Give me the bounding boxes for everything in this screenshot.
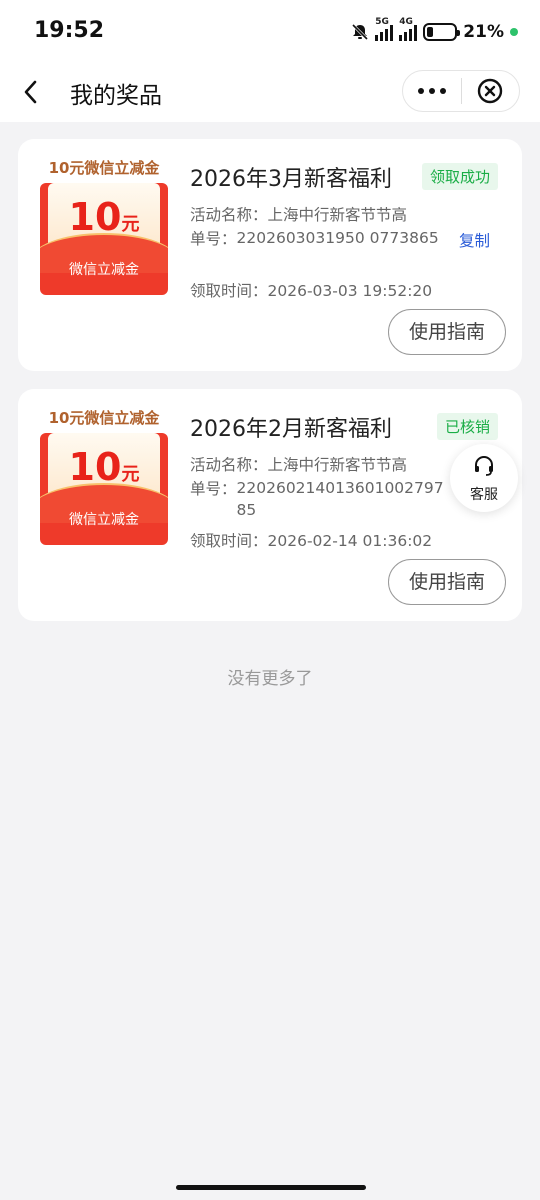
prize-card: 10元微信立减金 10元 微信立减金 2026年2月新客福利 已核销 活动名称：…	[18, 389, 522, 621]
no-more-text: 没有更多了	[227, 669, 313, 689]
activity-row: 活动名称：上海中行新客节节高	[190, 206, 408, 224]
red-envelope: 10元 微信立减金	[40, 183, 168, 295]
coupon-image: 10元微信立减金 10元 微信立减金	[40, 157, 168, 297]
battery-icon	[423, 23, 461, 41]
customer-service-button[interactable]: 客服	[450, 444, 518, 512]
coupon-amount: 10元	[68, 195, 140, 239]
status-badge: 领取成功	[421, 163, 498, 190]
mute-bell-icon	[352, 23, 369, 41]
claim-time-row: 领取时间：2026-02-14 01:36:02	[190, 532, 433, 550]
signal-5g-icon: 5G	[375, 17, 394, 41]
battery-fill	[427, 27, 433, 37]
status-bar: 19:52 5G 4G 21%	[0, 0, 540, 62]
mini-program-capsule	[402, 70, 520, 112]
more-dot-icon	[439, 88, 446, 94]
order-row: 单号：2202603031950 0773865	[190, 227, 447, 249]
more-options-button[interactable]	[403, 70, 461, 112]
claim-time-row: 领取时间：2026-03-03 19:52:20	[190, 282, 433, 300]
home-indicator[interactable]	[176, 1185, 366, 1190]
prize-card: 10元微信立减金 10元 微信立减金 2026年3月新客福利 领取成功 活动名称…	[18, 139, 522, 371]
coupon-top-label: 10元微信立减金	[48, 409, 160, 427]
status-time: 19:52	[34, 18, 105, 43]
status-badge: 已核销	[436, 413, 498, 440]
copy-button[interactable]: 复制	[459, 229, 490, 251]
close-circle-icon	[478, 78, 503, 104]
nav-bar: 我的奖品	[0, 62, 540, 122]
activity-row: 活动名称：上海中行新客节节高	[190, 456, 408, 474]
back-arrow-icon[interactable]	[18, 78, 46, 106]
close-button[interactable]	[461, 70, 519, 112]
signal-4g-icon: 4G	[399, 17, 418, 41]
coupon-top-label: 10元微信立减金	[48, 159, 160, 177]
status-icons: 5G 4G 21%	[351, 17, 518, 44]
order-number: 22026021401360100279785	[236, 479, 444, 519]
usage-guide-button[interactable]: 使用指南	[388, 309, 506, 355]
order-row: 单号：22026021401360100279785	[190, 477, 447, 521]
battery-percent: 21%	[463, 22, 504, 42]
prize-title: 2026年2月新客福利	[190, 417, 392, 442]
more-dot-icon	[417, 88, 424, 94]
page-title: 我的奖品	[70, 83, 162, 109]
customer-service-label: 客服	[470, 487, 498, 503]
coupon-amount: 10元	[68, 445, 140, 489]
red-envelope: 10元 微信立减金	[40, 433, 168, 545]
order-number: 2202603031950 0773865	[236, 229, 439, 247]
more-dot-icon	[428, 88, 435, 94]
coupon-image: 10元微信立减金 10元 微信立减金	[40, 407, 168, 547]
usage-guide-button[interactable]: 使用指南	[388, 559, 506, 605]
headset-icon	[475, 456, 493, 476]
prize-title: 2026年3月新客福利	[190, 167, 392, 192]
privacy-dot-icon	[510, 28, 518, 36]
coupon-bottom-label: 微信立减金	[69, 512, 139, 528]
coupon-bottom-label: 微信立减金	[69, 262, 139, 278]
